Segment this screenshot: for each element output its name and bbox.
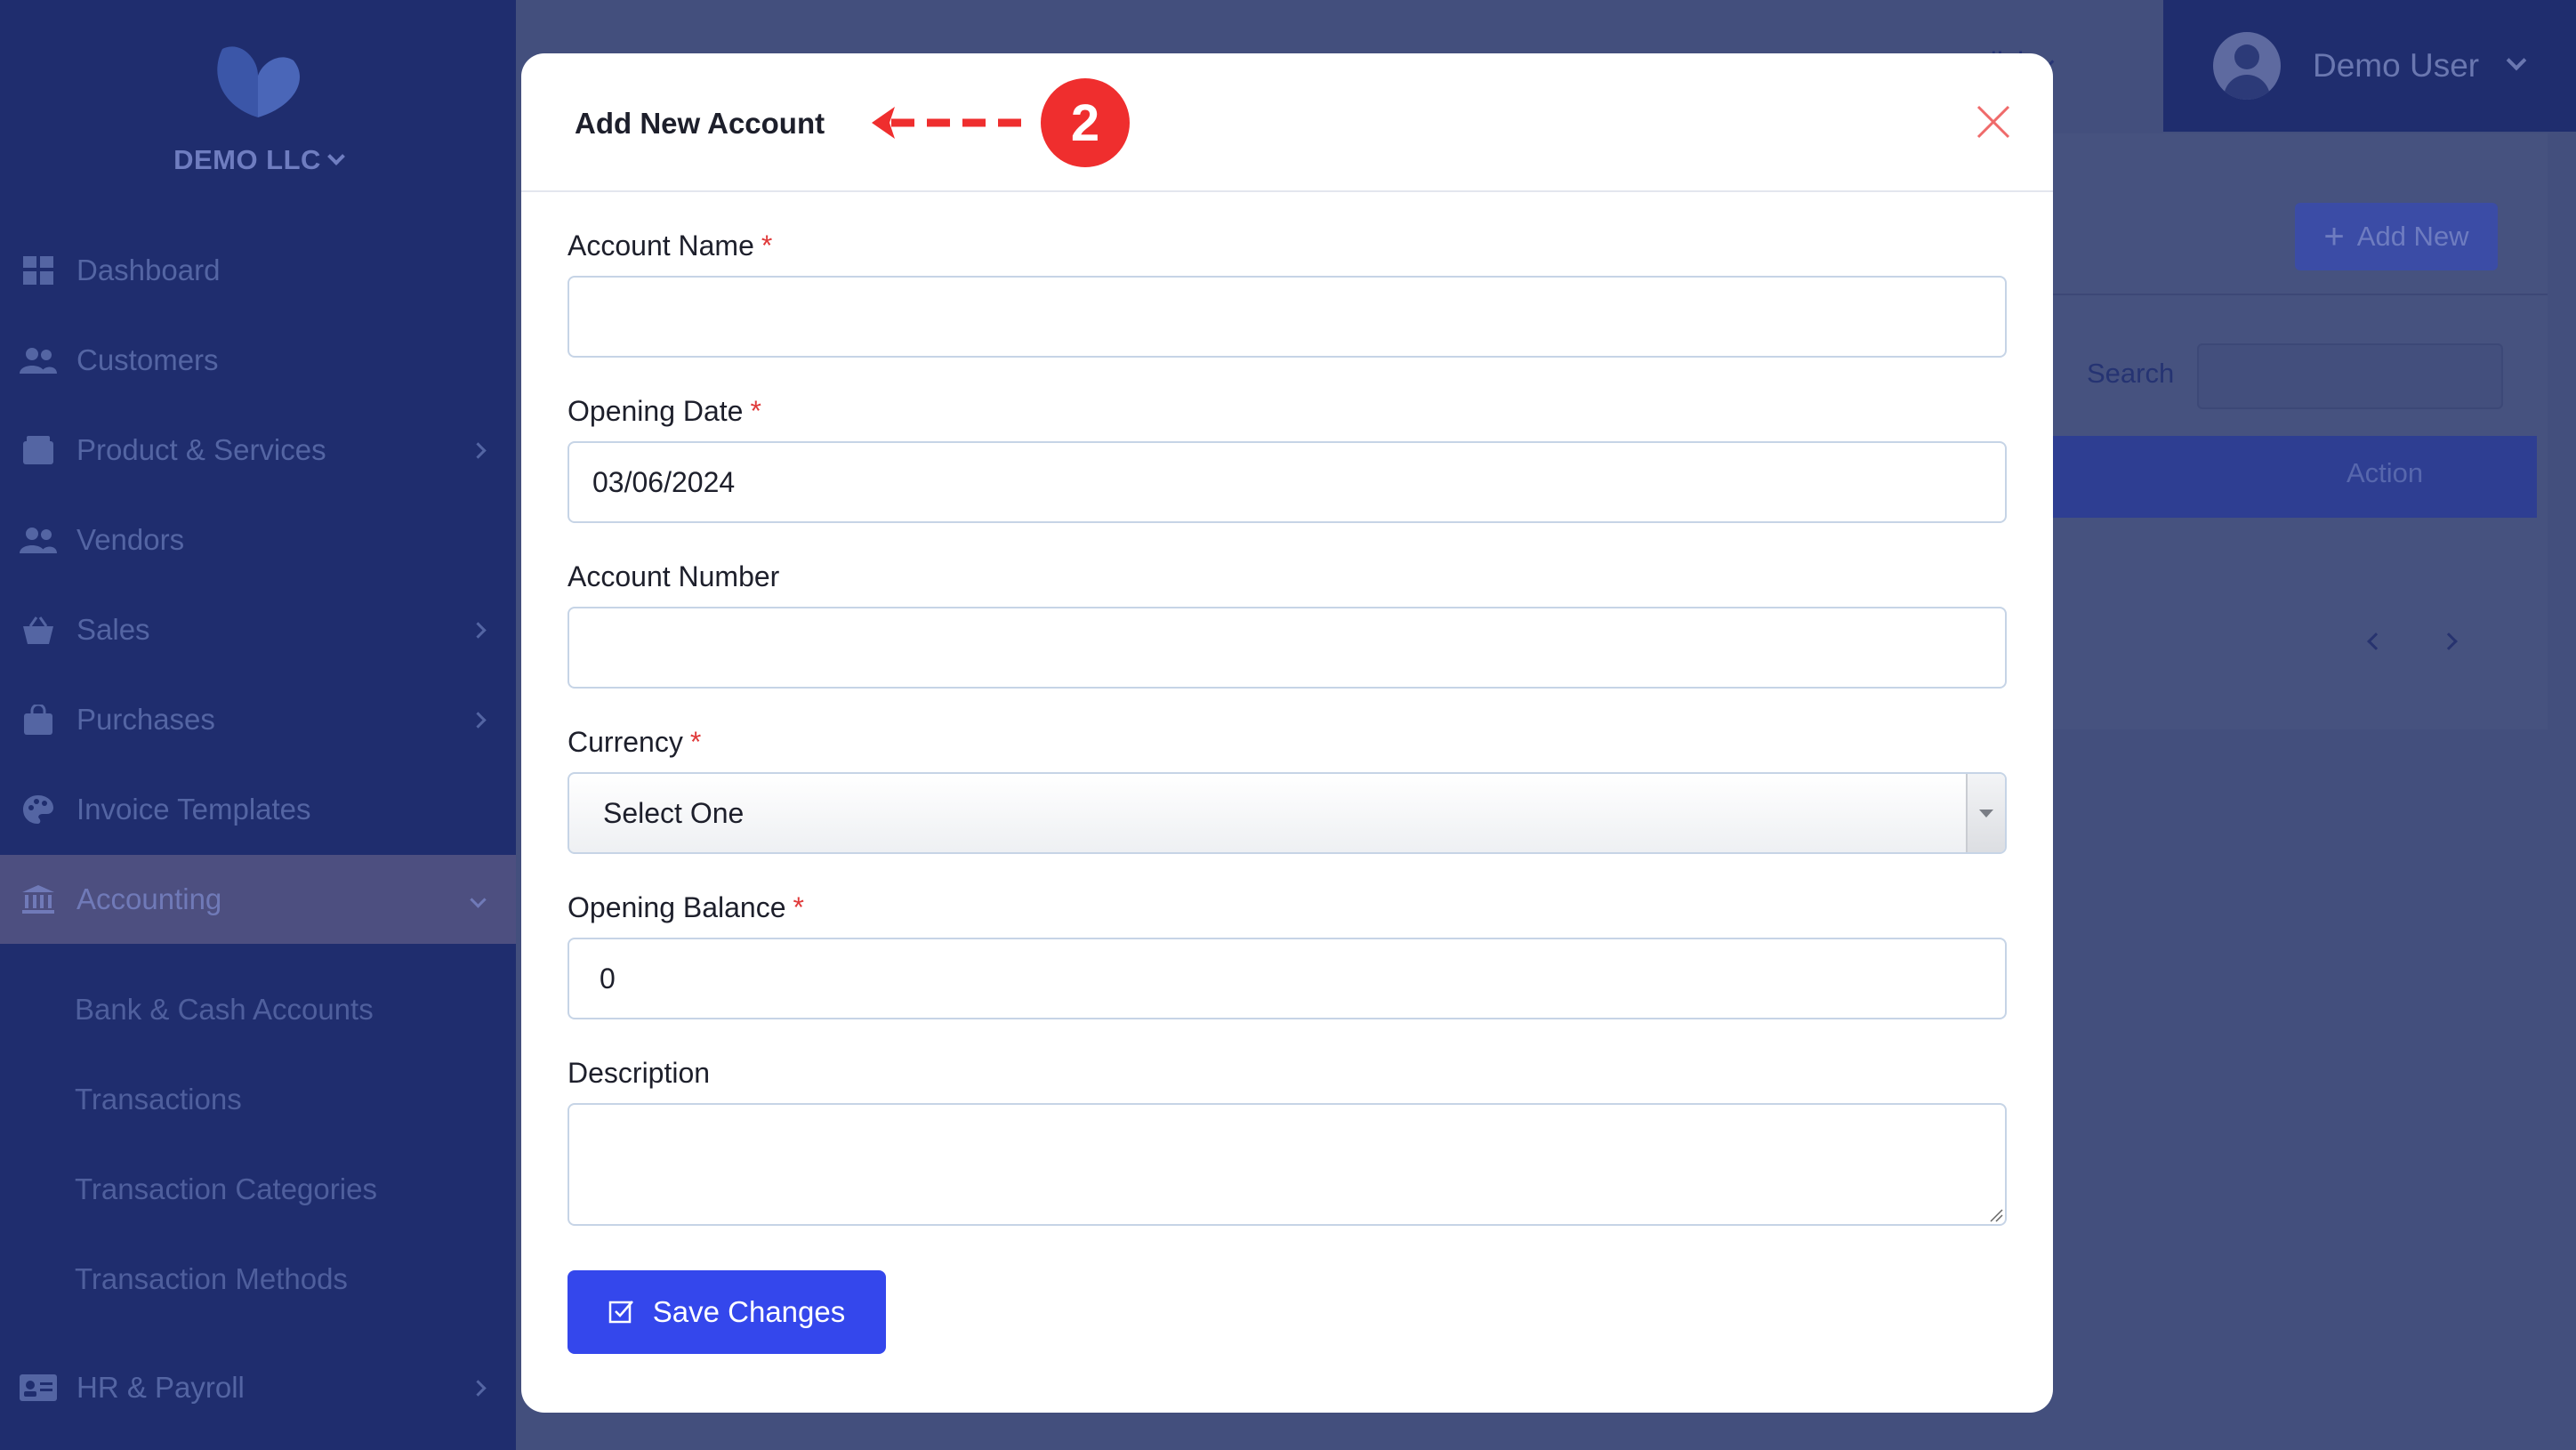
sidebar-item-product-services[interactable]: Product & Services bbox=[0, 406, 516, 495]
table-header bbox=[2049, 436, 2537, 518]
column-header-action: Action bbox=[2347, 457, 2424, 488]
divider bbox=[2049, 294, 2548, 295]
opening-balance-input[interactable] bbox=[568, 938, 2007, 1019]
opening-date-label: Opening Date * bbox=[568, 395, 761, 427]
logo-icon bbox=[217, 46, 300, 118]
dashboard-icon bbox=[18, 254, 59, 287]
save-changes-button[interactable]: Save Changes bbox=[568, 1270, 886, 1354]
currency-select[interactable]: Select One bbox=[568, 772, 2007, 854]
account-number-input[interactable] bbox=[568, 607, 2007, 689]
chevron-down-icon bbox=[327, 148, 345, 165]
add-account-modal: Add New Account 2 Account Name * Opening … bbox=[521, 53, 2053, 1413]
sidebar-item-sales[interactable]: Sales bbox=[0, 585, 516, 674]
sidebar-item-customers[interactable]: Customers bbox=[0, 316, 516, 405]
chevron-right-icon bbox=[470, 1379, 487, 1397]
sidebar-item-label: Dashboard bbox=[76, 254, 221, 286]
required-marker: * bbox=[750, 395, 761, 427]
required-marker: * bbox=[793, 891, 804, 923]
sidebar-item-label: Sales bbox=[76, 613, 150, 646]
avatar bbox=[2213, 32, 2281, 100]
checkbox-icon bbox=[608, 1301, 633, 1324]
step-number-badge: 2 bbox=[1041, 78, 1130, 167]
sidebar-subitem-transaction-categories[interactable]: Transaction Categories bbox=[75, 1172, 377, 1206]
box-icon bbox=[18, 433, 59, 467]
required-marker: * bbox=[689, 726, 702, 758]
callout-arrow-icon bbox=[872, 107, 1034, 139]
opening-date-input[interactable] bbox=[568, 441, 2007, 523]
sidebar-item-label: HR & Payroll bbox=[76, 1371, 245, 1404]
add-new-button[interactable]: + Add New bbox=[2295, 203, 2498, 270]
company-name: DEMO LLC bbox=[173, 144, 321, 175]
search-label: Search bbox=[2087, 358, 2175, 389]
plus-icon: + bbox=[2323, 217, 2345, 256]
add-new-label: Add New bbox=[2356, 221, 2469, 252]
chevron-down-icon bbox=[470, 890, 487, 908]
sidebar-item-accounting[interactable]: Accounting bbox=[0, 855, 516, 944]
currency-selected-value: Select One bbox=[603, 796, 745, 829]
sidebar-item-label: Accounting bbox=[76, 882, 222, 915]
save-changes-label: Save Changes bbox=[652, 1295, 846, 1328]
sidebar: DEMO LLC Dashboard Customers Product & S… bbox=[0, 0, 516, 1450]
sidebar-item-hr-payroll[interactable]: HR & Payroll bbox=[0, 1343, 516, 1432]
sidebar-item-label: Invoice Templates bbox=[76, 793, 311, 826]
bank-icon bbox=[18, 882, 59, 916]
users-icon bbox=[18, 343, 59, 377]
sidebar-item-label: Product & Services bbox=[76, 433, 326, 466]
account-name-input[interactable] bbox=[568, 276, 2007, 358]
sidebar-item-dashboard[interactable]: Dashboard bbox=[0, 226, 516, 315]
chevron-right-icon bbox=[470, 441, 487, 459]
description-label: Description bbox=[568, 1057, 711, 1089]
chevron-right-icon bbox=[470, 711, 487, 729]
sidebar-subitem-transactions[interactable]: Transactions bbox=[75, 1083, 242, 1116]
currency-label: Currency * bbox=[568, 726, 702, 758]
chevron-down-icon[interactable] bbox=[1966, 774, 2005, 852]
search-input[interactable] bbox=[2197, 343, 2503, 409]
bag-icon bbox=[18, 703, 59, 737]
sidebar-subitem-transaction-methods[interactable]: Transaction Methods bbox=[75, 1262, 348, 1296]
required-marker: * bbox=[761, 230, 773, 262]
user-name: Demo User bbox=[2313, 47, 2480, 84]
opening-balance-label: Opening Balance * bbox=[568, 891, 804, 923]
modal-title: Add New Account bbox=[575, 107, 825, 140]
palette-icon bbox=[18, 793, 59, 826]
description-textarea[interactable] bbox=[568, 1103, 2007, 1226]
sidebar-item-label: Purchases bbox=[76, 703, 215, 736]
sidebar-item-invoice-templates[interactable]: Invoice Templates bbox=[0, 765, 516, 854]
sidebar-item-label: Customers bbox=[76, 343, 219, 376]
account-name-label: Account Name * bbox=[568, 230, 773, 262]
close-icon[interactable] bbox=[1971, 100, 2016, 144]
chevron-down-icon bbox=[2506, 50, 2527, 71]
basket-icon bbox=[18, 613, 59, 647]
sidebar-item-label: Vendors bbox=[76, 523, 185, 556]
modal-header: Add New Account 2 bbox=[521, 53, 2053, 192]
user-menu[interactable]: Demo User bbox=[2163, 0, 2576, 132]
sidebar-item-purchases[interactable]: Purchases bbox=[0, 675, 516, 764]
chevron-right-icon bbox=[470, 621, 487, 639]
brand[interactable]: DEMO LLC bbox=[0, 36, 516, 176]
resize-grip-icon[interactable] bbox=[1987, 1206, 2003, 1222]
sidebar-item-vendors[interactable]: Vendors bbox=[0, 495, 516, 584]
id-card-icon bbox=[18, 1371, 59, 1405]
users-icon bbox=[18, 523, 59, 557]
sidebar-subitem-bank-cash-accounts[interactable]: Bank & Cash Accounts bbox=[75, 993, 374, 1027]
account-number-label: Account Number bbox=[568, 560, 780, 592]
